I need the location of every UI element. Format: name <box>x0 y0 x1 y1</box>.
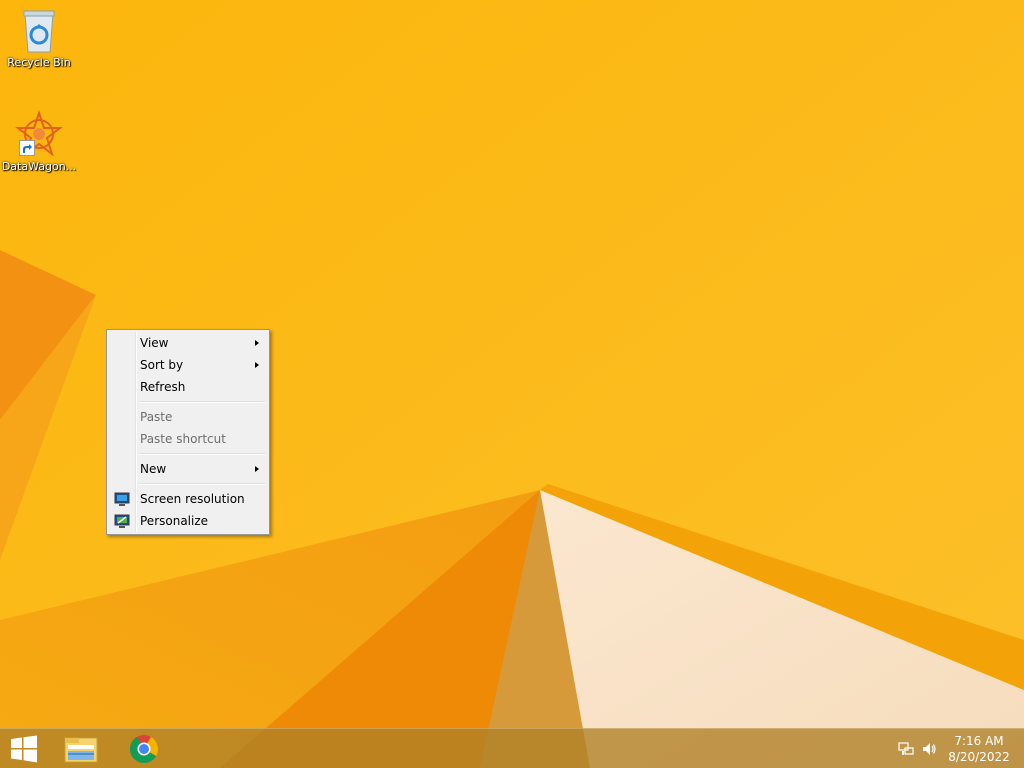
menu-item-screen-resolution[interactable]: Screen resolution <box>109 488 267 510</box>
desktop[interactable]: Recycle Bin DataWagon... View Sort by Re… <box>0 0 1024 768</box>
taskbar-file-explorer[interactable] <box>57 729 105 768</box>
clock-time: 7:16 AM <box>954 734 1004 748</box>
network-icon[interactable] <box>898 741 914 757</box>
desktop-context-menu: View Sort by Refresh Paste Paste shortcu… <box>106 329 270 535</box>
taskbar-chrome[interactable] <box>120 729 168 768</box>
menu-separator <box>139 453 265 455</box>
shortcut-arrow-icon <box>19 140 35 156</box>
menu-item-new[interactable]: New <box>109 458 267 480</box>
file-explorer-icon <box>64 737 98 763</box>
desktop-icon-label: Recycle Bin <box>7 56 71 69</box>
clock-date: 8/20/2022 <box>948 750 1010 764</box>
menu-item-paste-shortcut: Paste shortcut <box>109 428 267 450</box>
menu-item-label: Personalize <box>140 514 209 528</box>
menu-item-view[interactable]: View <box>109 332 267 354</box>
desktop-icon-label: DataWagon... <box>1 160 77 173</box>
volume-icon[interactable] <box>921 741 937 757</box>
menu-item-label: Sort by <box>140 358 184 372</box>
menu-item-sort-by[interactable]: Sort by <box>109 354 267 376</box>
menu-item-personalize[interactable]: Personalize <box>109 510 267 532</box>
menu-item-label: Refresh <box>140 380 186 394</box>
menu-separator <box>139 401 265 403</box>
menu-item-label: Paste shortcut <box>140 432 226 446</box>
start-button[interactable] <box>0 729 48 768</box>
datawagon-icon <box>15 109 63 158</box>
windows-logo-icon <box>11 735 37 763</box>
desktop-icon-recycle-bin[interactable]: Recycle Bin <box>1 6 77 70</box>
submenu-arrow-icon <box>255 362 259 368</box>
recycle-bin-icon <box>15 6 63 54</box>
menu-item-refresh[interactable]: Refresh <box>109 376 267 398</box>
taskbar: 7:16 AM 8/20/2022 <box>0 728 1024 768</box>
menu-item-label: New <box>140 462 167 476</box>
menu-separator <box>139 483 265 485</box>
submenu-arrow-icon <box>255 340 259 346</box>
menu-item-label: Screen resolution <box>140 492 245 506</box>
personalize-icon <box>114 513 130 529</box>
desktop-icon-datawagon[interactable]: DataWagon... <box>1 109 77 174</box>
menu-item-label: View <box>140 336 169 350</box>
menu-item-paste: Paste <box>109 406 267 428</box>
chrome-icon <box>130 735 158 763</box>
taskbar-clock[interactable]: 7:16 AM 8/20/2022 <box>944 733 1014 765</box>
submenu-arrow-icon <box>255 466 259 472</box>
screen-resolution-icon <box>114 491 130 507</box>
menu-item-label: Paste <box>140 410 173 424</box>
